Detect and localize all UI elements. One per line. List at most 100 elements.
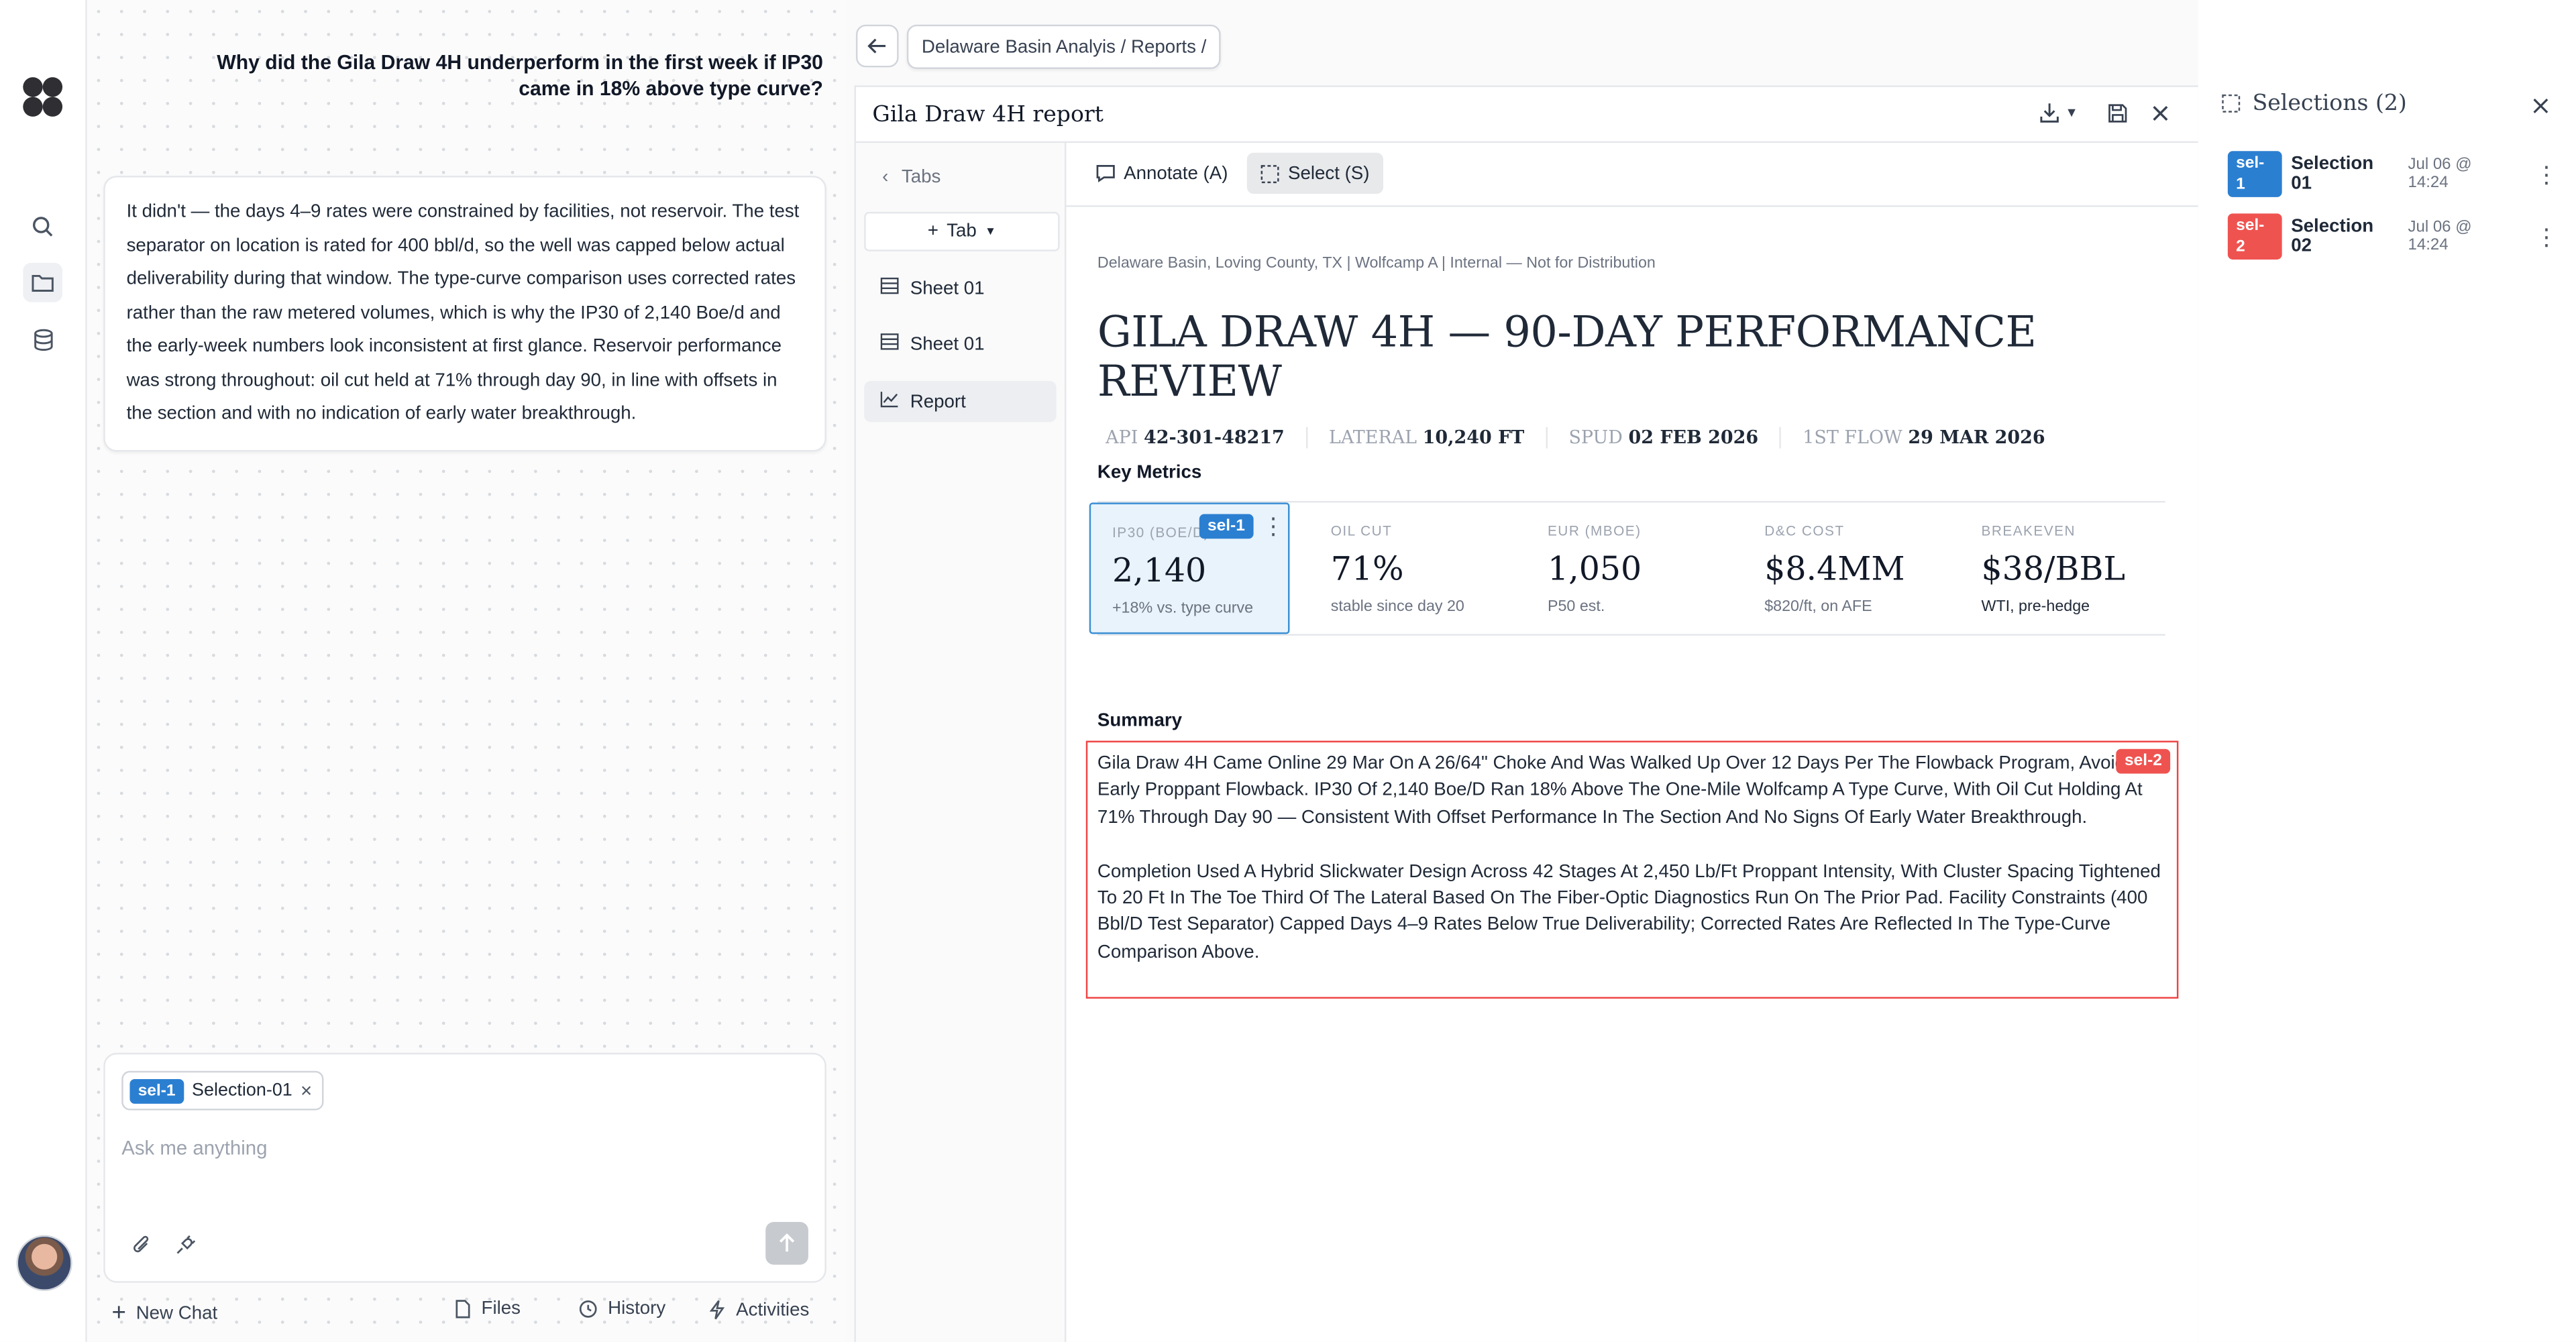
history-button[interactable]: History	[578, 1299, 665, 1319]
key-metrics-heading: Key Metrics	[1097, 463, 1202, 484]
report-stats: API 42-301-48217 LATERAL 10,240 FT SPUD …	[1097, 427, 2174, 449]
plus-icon: +	[111, 1299, 126, 1327]
report-panel: Gila Draw 4H report ▼ ‹ Tabs + Tab ▼ She…	[854, 85, 2200, 1342]
lightning-icon	[709, 1300, 725, 1320]
tab-sheet-01-b[interactable]: Sheet 01	[864, 323, 1057, 364]
selection-time: Jul 06 @ 14:24	[2408, 218, 2472, 255]
annotate-button[interactable]: Annotate (A)	[1083, 153, 1241, 194]
selection-tag: sel-1	[2227, 151, 2282, 197]
selection-name: Selection 01	[2291, 154, 2374, 194]
new-chat-label: New Chat	[136, 1303, 218, 1323]
chat-panel: Why did the Gila Draw 4H underperform in…	[87, 0, 847, 1342]
stat-first-flow: 1ST FLOW 29 MAR 2026	[1779, 427, 2067, 449]
back-button[interactable]	[855, 24, 899, 68]
avatar[interactable]	[16, 1235, 72, 1291]
chevron-left-icon: ‹	[882, 167, 889, 188]
paperclip-icon[interactable]	[131, 1235, 153, 1265]
selections-header: Selections (2)	[2221, 91, 2407, 117]
summary-selection[interactable]: sel-2 Gila Draw 4H Came Online 29 Mar On…	[1085, 740, 2179, 999]
tab-label: Report	[910, 392, 966, 412]
metric-dc-cost: D&C COST $8.4MM $820/ft, on AFE	[1764, 522, 1905, 616]
select-label: Select (S)	[1288, 163, 1370, 184]
report-title: GILA DRAW 4H — 90-DAY PERFORMANCE REVIEW	[1097, 309, 2037, 408]
kebab-menu-icon[interactable]: ⋮	[1262, 512, 1285, 541]
save-icon[interactable]	[2108, 102, 2127, 131]
metric-ip30[interactable]: IP30 (BOE/D) sel-1 ⋮ 2,140 +18% vs. type…	[1089, 502, 1290, 634]
metric-sub: +18% vs. type curve	[1112, 599, 1254, 618]
folder-icon[interactable]	[23, 262, 63, 302]
metric-eur: EUR (MBOE) 1,050 P50 est.	[1547, 522, 1642, 616]
user-question: Why did the Gila Draw 4H underperform in…	[217, 50, 823, 101]
tabs-collapse[interactable]: ‹ Tabs	[882, 168, 941, 187]
tabs-sidebar: ‹ Tabs + Tab ▼ Sheet 01 Sheet 01 Report	[855, 143, 1067, 1342]
download-icon[interactable]: ▼	[2039, 102, 2078, 123]
add-tab-label: Tab	[947, 221, 977, 242]
history-label: History	[608, 1299, 666, 1319]
selection-item[interactable]: sel-1 Selection 01 Jul 06 @ 14:24 ⋮	[2227, 151, 2558, 197]
chat-composer[interactable]: sel-1 Selection-01 × Ask me anything	[103, 1052, 826, 1283]
database-icon[interactable]	[23, 321, 62, 360]
tab-sheet-01[interactable]: Sheet 01	[864, 268, 1057, 309]
assistant-answer: It didn't — the days 4–9 rates were cons…	[103, 176, 826, 451]
tab-label: Sheet 01	[910, 334, 985, 354]
activities-button[interactable]: Activities	[708, 1299, 810, 1321]
close-icon[interactable]	[2151, 102, 2170, 131]
tab-label: Sheet 01	[910, 278, 985, 298]
app-logo-icon[interactable]	[18, 72, 67, 121]
chip-label: Selection-01	[192, 1080, 292, 1101]
tab-report[interactable]: Report	[864, 381, 1057, 423]
selections-panel: Selections (2) sel-1 Selection 01 Jul 06…	[2198, 0, 2576, 1342]
files-label: Files	[481, 1299, 521, 1319]
selection-time: Jul 06 @ 14:24	[2408, 156, 2472, 192]
close-icon[interactable]: ×	[301, 1079, 312, 1102]
file-icon	[455, 1300, 470, 1319]
arrow-left-icon	[867, 38, 886, 54]
history-icon	[579, 1300, 597, 1318]
line-chart-icon	[880, 391, 899, 412]
report-toolbar: Annotate (A) Select (S)	[1066, 143, 2198, 207]
metric-label: IP30 (BOE/D)	[1112, 524, 1210, 541]
tabs-label: Tabs	[901, 167, 941, 188]
panel-title: Gila Draw 4H report	[872, 101, 1104, 129]
summary-paragraph: Completion Used A Hybrid Slickwater Desi…	[1097, 861, 2161, 962]
metric-value: 2,140	[1112, 550, 1207, 590]
plug-icon[interactable]	[174, 1235, 196, 1265]
breadcrumb[interactable]: Delaware Basin Analyis / Reports /	[906, 24, 1222, 69]
selection-name: Selection 02	[2291, 217, 2374, 257]
selections-title: Selections (2)	[2252, 90, 2407, 117]
report-document: Delaware Basin, Loving County, TX | Wolf…	[1097, 255, 2174, 449]
key-metrics-row: IP30 (BOE/D) sel-1 ⋮ 2,140 +18% vs. type…	[1089, 500, 2165, 636]
table-icon	[880, 277, 899, 299]
stat-api: API 42-301-48217	[1106, 427, 1285, 449]
selection-icon	[1260, 164, 1279, 182]
plus-icon: +	[927, 221, 938, 242]
metric-oil-cut: OIL CUT 71% stable since day 20	[1330, 522, 1464, 616]
new-chat-button[interactable]: + New Chat	[112, 1299, 218, 1327]
comment-icon	[1096, 165, 1115, 182]
send-button[interactable]	[765, 1222, 808, 1265]
selection-tag: sel-1	[1199, 514, 1254, 539]
select-button[interactable]: Select (S)	[1246, 152, 1383, 194]
stat-lateral: LATERAL 10,240 FT	[1305, 427, 1546, 449]
report-meta: Delaware Basin, Loving County, TX | Wolf…	[1097, 254, 1656, 273]
add-tab-button[interactable]: + Tab ▼	[864, 211, 1060, 251]
selection-icon	[2222, 94, 2241, 113]
selection-item[interactable]: sel-2 Selection 02 Jul 06 @ 14:24 ⋮	[2227, 213, 2558, 260]
selection-tag: sel-2	[2116, 748, 2171, 774]
stat-spud: SPUD 02 FEB 2026	[1546, 427, 1780, 449]
summary-paragraph: Gila Draw 4H Came Online 29 Mar On A 26/…	[1097, 754, 2151, 828]
activities-label: Activities	[736, 1300, 810, 1320]
close-icon[interactable]	[2532, 94, 2550, 123]
selection-tag: sel-2	[2227, 213, 2282, 260]
kebab-menu-icon[interactable]: ⋮	[2535, 223, 2558, 251]
selection-chip[interactable]: sel-1 Selection-01 ×	[121, 1070, 324, 1111]
annotate-label: Annotate (A)	[1124, 163, 1228, 184]
left-rail	[0, 0, 87, 1342]
files-button[interactable]: Files	[453, 1299, 521, 1319]
kebab-menu-icon[interactable]: ⋮	[2535, 160, 2558, 188]
table-icon	[880, 333, 899, 355]
chat-input[interactable]: Ask me anything	[121, 1137, 267, 1160]
chip-tag: sel-1	[129, 1078, 184, 1103]
caret-down-icon: ▼	[985, 225, 997, 237]
search-icon[interactable]	[23, 207, 62, 247]
